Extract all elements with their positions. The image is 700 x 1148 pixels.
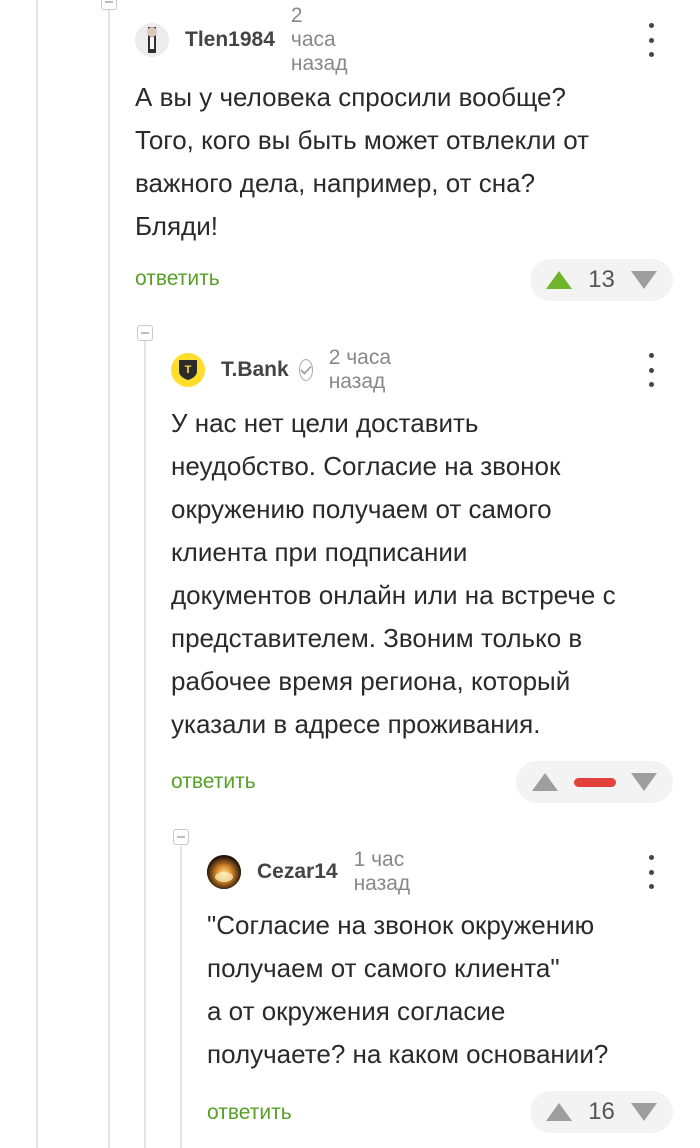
vote-widget: 16	[530, 1091, 673, 1133]
comment-text: А вы у человека спросили вообще? Того, к…	[135, 82, 590, 241]
negative-rating-indicator	[573, 777, 616, 787]
comment-header: Tlen1984 2 часа назад	[135, 4, 348, 75]
more-options-icon[interactable]	[647, 855, 655, 889]
username[interactable]: Tlen1984	[185, 28, 275, 52]
reply-link[interactable]: ответить	[171, 770, 256, 794]
vote-widget	[516, 761, 673, 803]
downvote-icon[interactable]	[630, 1103, 657, 1121]
comment-header: T T.Bank 2 часа назад	[171, 346, 393, 393]
collapse-toggle[interactable]	[173, 829, 189, 845]
timestamp: 2 часа назад	[290, 4, 348, 75]
thread-line	[180, 846, 182, 1148]
user-avatar-icon[interactable]	[207, 855, 241, 889]
vote-widget: 13	[530, 259, 673, 301]
more-options-icon[interactable]	[647, 353, 655, 387]
username[interactable]: T.Bank	[221, 358, 289, 382]
collapse-toggle[interactable]	[137, 325, 153, 341]
rating-score: 13	[588, 266, 615, 293]
thread-line	[108, 0, 110, 1148]
reply-link[interactable]: ответить	[135, 267, 220, 291]
upvote-icon[interactable]	[532, 773, 558, 791]
user-avatar-icon[interactable]	[135, 23, 169, 57]
thread-line	[144, 340, 146, 1148]
timestamp: 2 часа назад	[328, 346, 392, 393]
timestamp: 1 час назад	[353, 848, 411, 895]
upvote-icon[interactable]	[546, 1103, 572, 1121]
downvote-icon[interactable]	[631, 773, 657, 791]
comment-header: Cezar14 1 час назад	[207, 848, 410, 895]
more-options-icon[interactable]	[647, 23, 655, 57]
username[interactable]: Cezar14	[257, 860, 338, 884]
comment-text: У нас нет цели доставить неудобство. Сог…	[171, 408, 616, 739]
upvote-icon[interactable]	[546, 271, 572, 289]
rating-score: 16	[588, 1098, 615, 1125]
reply-link[interactable]: ответить	[207, 1101, 292, 1125]
verified-check-icon	[298, 359, 313, 381]
thread-line	[36, 0, 38, 1148]
svg-text:T: T	[185, 364, 192, 376]
comment-text: "Согласие на звонок окружению получаем о…	[207, 910, 609, 1069]
collapse-toggle[interactable]	[101, 0, 117, 10]
downvote-icon[interactable]	[630, 271, 657, 289]
user-avatar-icon[interactable]: T	[171, 353, 205, 387]
